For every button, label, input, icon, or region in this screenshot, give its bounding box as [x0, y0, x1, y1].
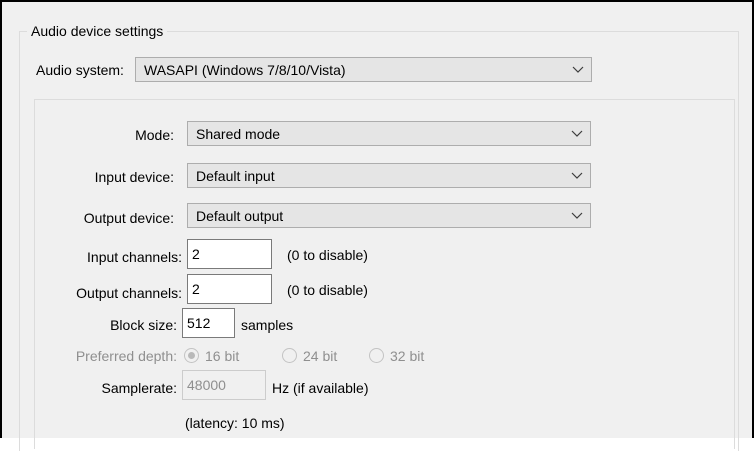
radio-unselected-icon: [282, 348, 297, 363]
chevron-down-icon: [571, 172, 583, 179]
output-device-dropdown[interactable]: Default output: [187, 203, 591, 228]
input-channels-value: 2: [192, 246, 200, 262]
depth-32-bit-label: 32 bit: [390, 348, 425, 364]
chevron-down-icon: [572, 66, 584, 73]
samplerate-unit: Hz (if available): [272, 380, 369, 396]
input-device-dropdown[interactable]: Default input: [187, 163, 591, 188]
input-device-label: Input device:: [94, 169, 174, 185]
radio-unselected-icon: [369, 348, 384, 363]
output-device-value: Default output: [196, 208, 284, 224]
audio-system-label: Audio system:: [36, 62, 124, 78]
block-size-value: 512: [187, 315, 211, 331]
input-channels-label: Input channels:: [87, 249, 182, 265]
input-channels-hint: (0 to disable): [287, 247, 368, 263]
block-size-unit: samples: [241, 317, 294, 333]
mode-dropdown[interactable]: Shared mode: [187, 121, 591, 146]
radio-selected-icon: [184, 348, 199, 363]
chevron-down-icon: [571, 212, 583, 219]
output-device-label: Output device:: [83, 210, 174, 226]
output-channels-label: Output channels:: [76, 285, 182, 301]
chevron-down-icon: [571, 130, 583, 137]
output-channels-field[interactable]: 2: [187, 274, 272, 304]
samplerate-label: Samplerate:: [101, 380, 177, 396]
input-device-value: Default input: [196, 168, 275, 184]
block-size-label: Block size:: [110, 317, 177, 333]
output-channels-hint: (0 to disable): [287, 282, 368, 298]
audio-system-dropdown[interactable]: WASAPI (Windows 7/8/10/Vista): [135, 57, 592, 82]
latency-text: (latency: 10 ms): [185, 415, 285, 431]
audio-system-value: WASAPI (Windows 7/8/10/Vista): [144, 62, 346, 78]
samplerate-field[interactable]: 48000: [182, 370, 266, 400]
depth-24-bit-label: 24 bit: [303, 348, 338, 364]
group-title: Audio device settings: [27, 22, 168, 40]
depth-16-bit-label: 16 bit: [205, 348, 240, 364]
block-size-field[interactable]: 512: [182, 308, 235, 338]
output-channels-value: 2: [192, 281, 200, 297]
samplerate-value: 48000: [187, 377, 226, 393]
preferred-depth-label: Preferred depth:: [75, 348, 177, 364]
input-channels-field[interactable]: 2: [187, 239, 272, 269]
mode-value: Shared mode: [196, 126, 281, 142]
mode-label: Mode:: [135, 127, 174, 143]
